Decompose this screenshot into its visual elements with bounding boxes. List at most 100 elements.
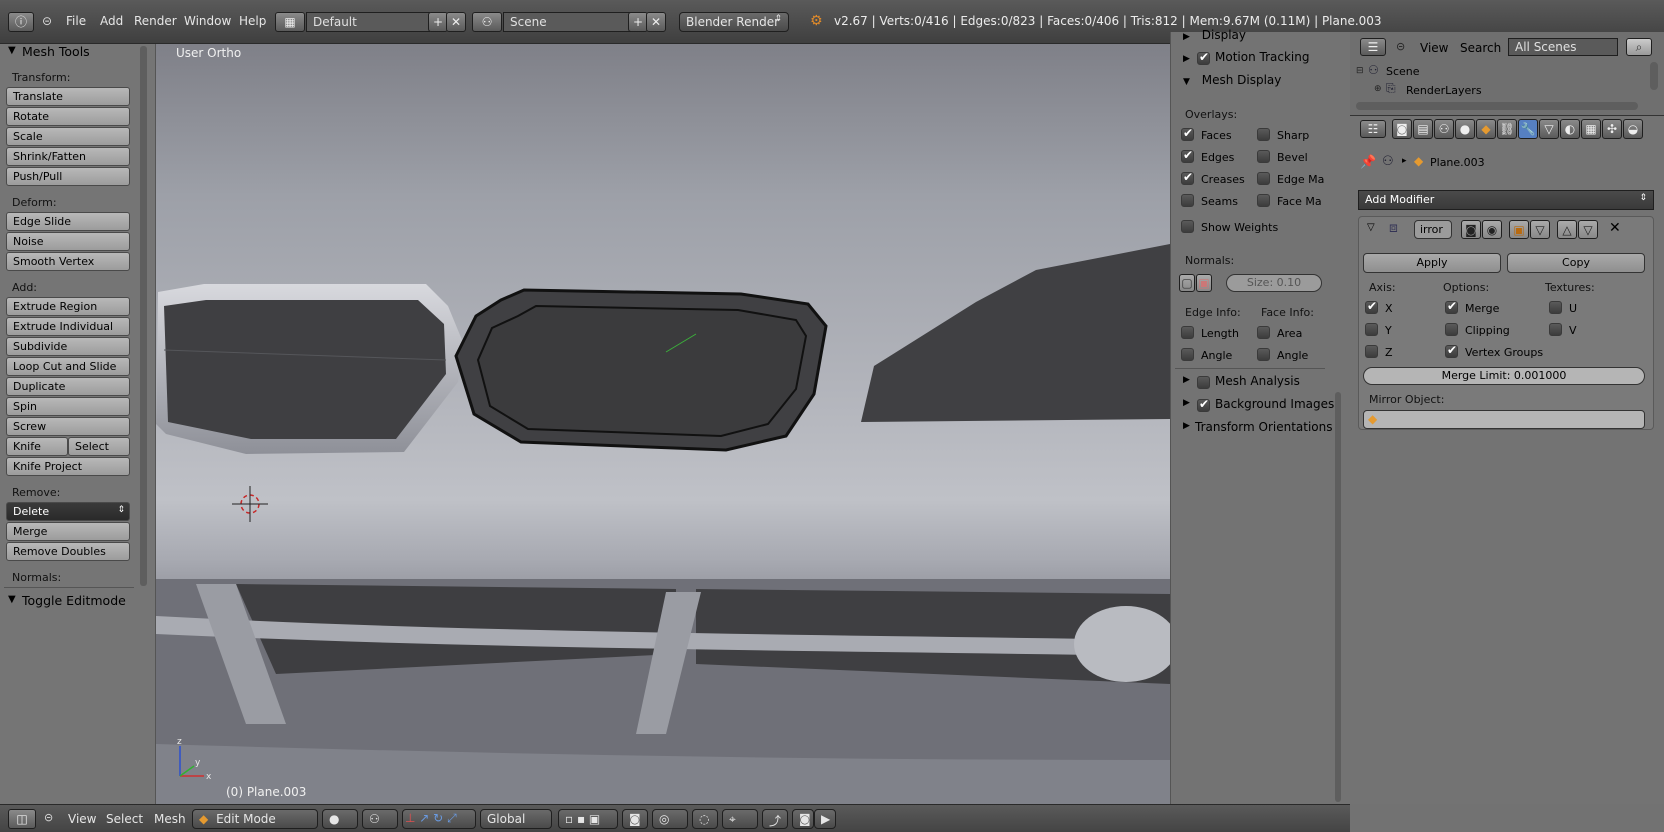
apply-button[interactable]: Apply	[1363, 253, 1501, 273]
clipping-checkbox[interactable]	[1445, 323, 1458, 336]
render-opengl-icon[interactable]: ◙	[792, 809, 814, 829]
viewport-toggle-icon[interactable]: ◉	[1482, 220, 1502, 239]
occlude-geometry-icon[interactable]: ◙	[622, 809, 648, 829]
proportional-edit-dropdown[interactable]: ◎	[652, 809, 688, 829]
texture-v-checkbox[interactable]	[1549, 323, 1562, 336]
scene-field[interactable]: Scene	[503, 12, 631, 32]
translate-button[interactable]: Translate	[6, 87, 130, 106]
info-editor-type-button[interactable]: ⓘ	[8, 12, 34, 32]
collapse-menu-icon[interactable]: ⊝	[1396, 40, 1405, 53]
npanel-scrollbar[interactable]	[1335, 392, 1341, 802]
menu-file[interactable]: File	[66, 14, 86, 28]
outliner-vscrollbar[interactable]	[1650, 62, 1658, 90]
knife-select-button[interactable]: Select	[68, 437, 130, 456]
mode-dropdown[interactable]: ◆ Edit Mode	[192, 809, 318, 829]
outliner-renderlayers-item[interactable]: RenderLayers	[1406, 84, 1482, 97]
seams-checkbox[interactable]	[1181, 194, 1194, 207]
shrink-fatten-button[interactable]: Shrink/Fatten	[6, 147, 130, 166]
subdivide-button[interactable]: Subdivide	[6, 337, 130, 356]
normals-size-field[interactable]: Size: 0.10	[1226, 274, 1322, 292]
particles-tab-icon[interactable]: ✣	[1602, 119, 1622, 139]
sharp-checkbox[interactable]	[1257, 128, 1270, 141]
scene-icon[interactable]: ⚇	[472, 12, 502, 32]
expand-triangle-icon[interactable]: ▶	[1183, 375, 1190, 385]
outliner-hscrollbar[interactable]	[1356, 102, 1638, 110]
mirror-object-field[interactable]: ◆	[1363, 410, 1645, 429]
menu-help[interactable]: Help	[239, 14, 266, 28]
screw-button[interactable]: Screw	[6, 417, 130, 436]
menu-select[interactable]: Select	[106, 812, 143, 826]
menu-window[interactable]: Window	[184, 14, 231, 28]
vertex-groups-checkbox[interactable]	[1445, 343, 1458, 358]
toolshelf-scrollbar[interactable]	[140, 46, 147, 586]
collapse-menu-icon[interactable]: ⊝	[42, 14, 52, 28]
face-area-checkbox[interactable]	[1257, 326, 1270, 339]
extrude-individual-button[interactable]: Extrude Individual	[6, 317, 130, 336]
menu-render[interactable]: Render	[134, 14, 177, 28]
spin-button[interactable]: Spin	[6, 397, 130, 416]
delete-dropdown[interactable]: Delete ⇕	[6, 502, 130, 521]
move-up-icon[interactable]: △	[1557, 220, 1577, 239]
knife-project-button[interactable]: Knife Project	[6, 457, 130, 476]
outliner-filter-dropdown[interactable]: All Scenes	[1508, 38, 1618, 56]
face-normals-icon[interactable]: ▣	[1196, 274, 1212, 292]
viewport-shading-dropdown[interactable]: ●	[322, 809, 358, 829]
pivot-point-dropdown[interactable]: ⚇	[362, 809, 398, 829]
render-engine-dropdown[interactable]: Blender Render ⇕	[679, 12, 789, 32]
expand-triangle-icon[interactable]: ▶	[1183, 421, 1190, 431]
loop-cut-button[interactable]: Loop Cut and Slide	[6, 357, 130, 376]
edge-angle-checkbox[interactable]	[1181, 348, 1194, 361]
modifier-name-field[interactable]: irror	[1414, 220, 1452, 239]
duplicate-button[interactable]: Duplicate	[6, 377, 130, 396]
delete-scene-icon[interactable]: ✕	[646, 12, 666, 32]
snap-icon[interactable]: ⌖	[722, 809, 758, 829]
screen-layout-icon[interactable]: ▦	[275, 12, 305, 32]
mesh-display-panel-header[interactable]: ▼ Mesh Display	[1183, 73, 1281, 87]
scale-button[interactable]: Scale	[6, 127, 130, 146]
move-down-icon[interactable]: ▽	[1578, 220, 1598, 239]
face-angle-checkbox[interactable]	[1257, 348, 1270, 361]
bevel-checkbox[interactable]	[1257, 150, 1270, 163]
orientation-dropdown[interactable]: Global	[480, 809, 552, 829]
modifiers-tab-icon[interactable]: 🔧	[1518, 119, 1538, 139]
data-tab-icon[interactable]: ▽	[1539, 119, 1559, 139]
faces-checkbox[interactable]	[1181, 126, 1194, 141]
expand-triangle-icon[interactable]: ▶	[1183, 398, 1190, 408]
menu-mesh[interactable]: Mesh	[154, 812, 186, 826]
vertex-normals-icon[interactable]: ▢	[1179, 274, 1195, 292]
edge-marks-checkbox[interactable]	[1257, 172, 1270, 185]
outliner-editor-type-icon[interactable]: ☰	[1360, 38, 1386, 56]
motion-tracking-checkbox[interactable]	[1197, 50, 1210, 65]
axis-z-checkbox[interactable]	[1365, 345, 1378, 358]
search-icon[interactable]: ⌕	[1626, 38, 1652, 56]
copy-button[interactable]: Copy	[1507, 253, 1645, 273]
remove-doubles-button[interactable]: Remove Doubles	[6, 542, 130, 561]
manipulator-toggles[interactable]: ⊥ ↗ ↻ ⤢	[402, 809, 476, 829]
expand-icon[interactable]: ⊕	[1374, 84, 1382, 94]
outliner-scene-item[interactable]: Scene	[1386, 65, 1420, 78]
outliner-view-menu[interactable]: View	[1420, 41, 1448, 55]
edges-checkbox[interactable]	[1181, 148, 1194, 163]
collapse-triangle-icon[interactable]: ▽	[1367, 222, 1375, 233]
creases-checkbox[interactable]	[1181, 170, 1194, 185]
show-weights-checkbox[interactable]	[1181, 220, 1194, 233]
merge-checkbox[interactable]	[1445, 299, 1458, 314]
render-toggle-icon[interactable]: ◙	[1461, 220, 1481, 239]
extrude-region-button[interactable]: Extrude Region	[6, 297, 130, 316]
collapse-menu-icon[interactable]: ⊝	[44, 811, 53, 824]
knife-button[interactable]: Knife	[6, 437, 68, 456]
object-tab-icon[interactable]: ◆	[1476, 119, 1496, 139]
scene-tab-icon[interactable]: ⚇	[1434, 119, 1454, 139]
render-animation-icon[interactable]: ▶	[814, 809, 836, 829]
rotate-button[interactable]: Rotate	[6, 107, 130, 126]
motion-tracking-panel-header[interactable]: ▶	[1183, 50, 1190, 64]
display-panel-header[interactable]: ▶ Display	[1183, 28, 1246, 42]
outliner-search-menu[interactable]: Search	[1460, 41, 1501, 55]
menu-view[interactable]: View	[68, 812, 96, 826]
mesh-analysis-checkbox[interactable]	[1197, 376, 1210, 389]
toggle-editmode-panel-header[interactable]: ▼ Toggle Editmode	[0, 593, 140, 613]
render-layers-tab-icon[interactable]: ▤	[1413, 119, 1433, 139]
texture-u-checkbox[interactable]	[1549, 301, 1562, 314]
properties-editor-type-icon[interactable]: ☷	[1360, 120, 1386, 138]
physics-tab-icon[interactable]: ◒	[1623, 119, 1643, 139]
